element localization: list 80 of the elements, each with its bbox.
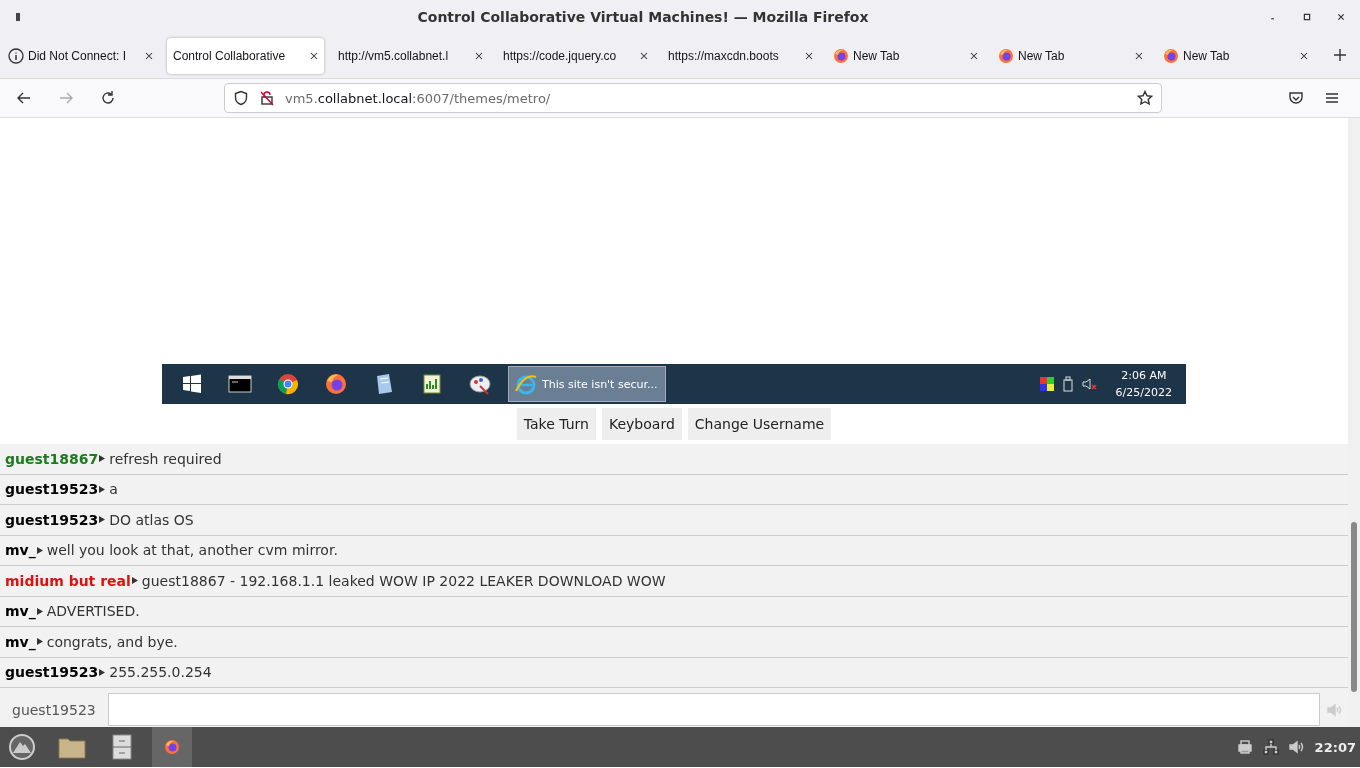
mountain-logo-icon[interactable] (8, 733, 36, 761)
browser-tab[interactable]: http://vm5.collabnet.l (332, 38, 489, 74)
chat-username-label: guest19523 (11, 701, 97, 718)
chat-input[interactable] (108, 693, 1320, 726)
close-icon[interactable] (803, 50, 815, 62)
message-text: refresh required (109, 450, 222, 467)
pointer-icon (99, 668, 106, 676)
close-icon[interactable] (968, 50, 980, 62)
close-icon[interactable] (473, 50, 485, 62)
folder-icon[interactable] (58, 735, 86, 759)
firefox-icon[interactable] (324, 372, 348, 396)
message-text: congrats, and bye. (46, 633, 178, 650)
chat-username: mv_ (5, 603, 36, 620)
browser-tab[interactable]: https://maxcdn.boots (662, 38, 819, 74)
printer-icon[interactable] (1236, 739, 1253, 755)
window-title: Control Collaborative Virtual Machines! — Mozilla Firefox (416, 9, 870, 25)
chat-username: midium but real (5, 572, 131, 589)
firefox-icon (833, 48, 849, 64)
browser-tab[interactable]: New Tab (1157, 38, 1314, 74)
close-icon[interactable] (1298, 50, 1310, 62)
browser-tab[interactable]: https://code.jquery.co (497, 38, 654, 74)
pointer-icon (99, 516, 106, 524)
close-icon[interactable] (308, 50, 320, 62)
spreadsheet-icon[interactable] (420, 372, 444, 396)
pointer-icon (131, 577, 138, 585)
menu-icon[interactable] (1324, 90, 1340, 106)
chat-username: mv_ (5, 542, 36, 559)
browser-tab[interactable]: Control Collaborative (167, 38, 324, 74)
pointer-icon (36, 546, 43, 554)
browser-tab[interactable]: New Tab (992, 38, 1149, 74)
chat-username: guest19523 (5, 481, 99, 498)
muted-speaker-icon[interactable] (1081, 376, 1098, 392)
vm-control-button[interactable]: Keyboard (601, 408, 682, 440)
panel-clock[interactable]: 22:07 (1314, 739, 1356, 755)
close-icon[interactable] (1133, 50, 1145, 62)
chrome-icon[interactable] (276, 372, 300, 396)
address-bar[interactable]: vm5.collabnet.local:6007/themes/metro/ (224, 83, 1162, 113)
firefox-icon (998, 48, 1014, 64)
internet-explorer-icon (515, 373, 537, 395)
message-text: DO atlas OS (109, 511, 194, 528)
pointer-icon (99, 485, 106, 493)
insecure-lock-icon[interactable] (259, 90, 275, 106)
pointer-icon (36, 607, 43, 615)
chat-username: guest18867 (5, 450, 99, 467)
pointer-icon (36, 638, 43, 646)
vm-control-button[interactable]: Take Turn (516, 408, 596, 440)
message-text: ADVERTISED. (46, 603, 140, 620)
network-icon[interactable] (1262, 739, 1279, 755)
browser-tab[interactable]: New Tab (827, 38, 984, 74)
message-text: well you look at that, another cvm mirror. (46, 542, 338, 559)
firefox-icon (1163, 48, 1179, 64)
paint-icon[interactable] (468, 372, 492, 396)
scrollbar-thumb[interactable] (1351, 522, 1357, 692)
taskbar-window-button[interactable]: This site isn't secur... (508, 366, 666, 402)
back-icon[interactable] (16, 90, 32, 106)
message-text: 255.255.0.254 (109, 664, 212, 681)
chat-username: guest19523 (5, 511, 99, 528)
browser-tab[interactable]: Did Not Connect: I (2, 38, 159, 74)
windows-icon[interactable] (180, 372, 204, 396)
shield-icon[interactable] (233, 90, 249, 106)
vm-clock[interactable]: 2:06 AM 6/25/2022 (1115, 367, 1172, 401)
close-icon[interactable] (143, 50, 155, 62)
new-tab-icon[interactable] (1332, 47, 1348, 63)
color-icon[interactable] (1039, 377, 1054, 391)
message-text: guest18867 - 192.168.1.1 leaked WOW IP 2022 LEAKER DOWNLOAD WOW (141, 572, 666, 589)
pointer-icon (99, 455, 106, 463)
chat-username: guest19523 (5, 664, 99, 681)
close-icon[interactable] (638, 50, 650, 62)
message-text: a (109, 481, 118, 498)
reload-icon[interactable] (100, 90, 116, 106)
chat-username: mv_ (5, 633, 36, 650)
star-icon[interactable] (1137, 90, 1153, 106)
file-cabinet-icon[interactable] (112, 734, 132, 760)
usb-drive-icon[interactable] (1061, 376, 1074, 392)
info-icon (8, 48, 24, 64)
pocket-icon[interactable] (1288, 90, 1304, 106)
speaker-icon[interactable] (1288, 739, 1305, 755)
vm-control-button[interactable]: Change Username (687, 408, 832, 440)
terminal-icon[interactable] (228, 372, 252, 396)
firefox-icon (164, 739, 180, 755)
